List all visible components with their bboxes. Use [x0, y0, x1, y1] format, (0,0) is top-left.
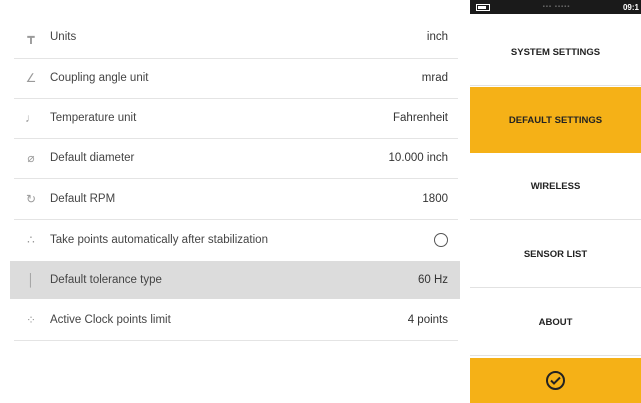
signal-icon: ▪▪▪ ▪▪▪▪▪ [542, 4, 571, 10]
setting-value: mrad [421, 72, 448, 84]
confirm-button[interactable] [470, 358, 641, 403]
divider [14, 178, 458, 179]
nav-default-settings[interactable]: DEFAULT SETTINGS [470, 87, 641, 153]
nav-about[interactable]: ABOUT [470, 290, 641, 356]
setting-label: Default diameter [50, 152, 135, 164]
diameter-icon: ⌀ [27, 151, 35, 165]
setting-value: inch [426, 31, 448, 43]
setting-value: 1800 [422, 193, 448, 205]
setting-label: Temperature unit [50, 112, 137, 124]
setting-row-temperature-unit[interactable]: ♩ Temperature unit Fahrenheit [10, 99, 460, 137]
checkmark-icon [546, 371, 565, 390]
settings-sidebar: ▪▪▪ ▪▪▪▪▪ 09:1 SYSTEM SETTINGS DEFAULT S… [470, 0, 641, 403]
setting-row-active-clock-points-limit[interactable]: ⁘ Active Clock points limit 4 points [10, 301, 460, 339]
setting-row-units[interactable]: ┳ Units inch [10, 18, 460, 56]
setting-value: Fahrenheit [393, 112, 448, 124]
setting-row-auto-take-points[interactable]: ∴ Take points automatically after stabil… [10, 221, 460, 259]
coupling-angle-icon: ∠ [25, 71, 37, 85]
thermometer-icon: ♩ [25, 111, 37, 125]
settings-list: ┳ Units inch ∠ Coupling angle unit mrad … [0, 0, 470, 403]
setting-row-default-rpm[interactable]: ↻ Default RPM 1800 [10, 180, 460, 218]
nav-wireless[interactable]: WIRELESS [470, 154, 641, 220]
status-time: 09:1 [622, 2, 639, 12]
setting-row-default-diameter[interactable]: ⌀ Default diameter 10.000 inch [10, 139, 460, 177]
divider [14, 219, 458, 220]
units-icon: ┳ [27, 30, 35, 44]
nav-sensor-list[interactable]: SENSOR LIST [470, 222, 641, 288]
setting-label: Active Clock points limit [50, 314, 171, 326]
setting-label: Coupling angle unit [50, 72, 149, 84]
setting-label: Default tolerance type [50, 274, 162, 286]
setting-label: Take points automatically after stabiliz… [50, 234, 268, 246]
setting-row-default-tolerance-type[interactable]: │ Default tolerance type 60 Hz [10, 261, 460, 299]
setting-label: Units [50, 31, 77, 43]
status-bar: ▪▪▪ ▪▪▪▪▪ 09:1 [470, 0, 641, 14]
radio-toggle[interactable] [434, 233, 448, 247]
tolerance-icon: │ [27, 273, 35, 287]
stabilization-icon: ∴ [27, 233, 35, 247]
battery-icon [476, 3, 490, 11]
rpm-icon: ↻ [25, 192, 37, 206]
setting-value: 10.000 inch [388, 152, 448, 164]
divider [14, 340, 458, 341]
clock-points-icon: ⁘ [25, 313, 37, 327]
setting-label: Default RPM [50, 193, 116, 205]
nav-system-settings[interactable]: SYSTEM SETTINGS [470, 20, 641, 86]
setting-row-coupling-angle-unit[interactable]: ∠ Coupling angle unit mrad [10, 59, 460, 97]
setting-value: 4 points [407, 314, 448, 326]
setting-value: 60 Hz [417, 274, 448, 286]
